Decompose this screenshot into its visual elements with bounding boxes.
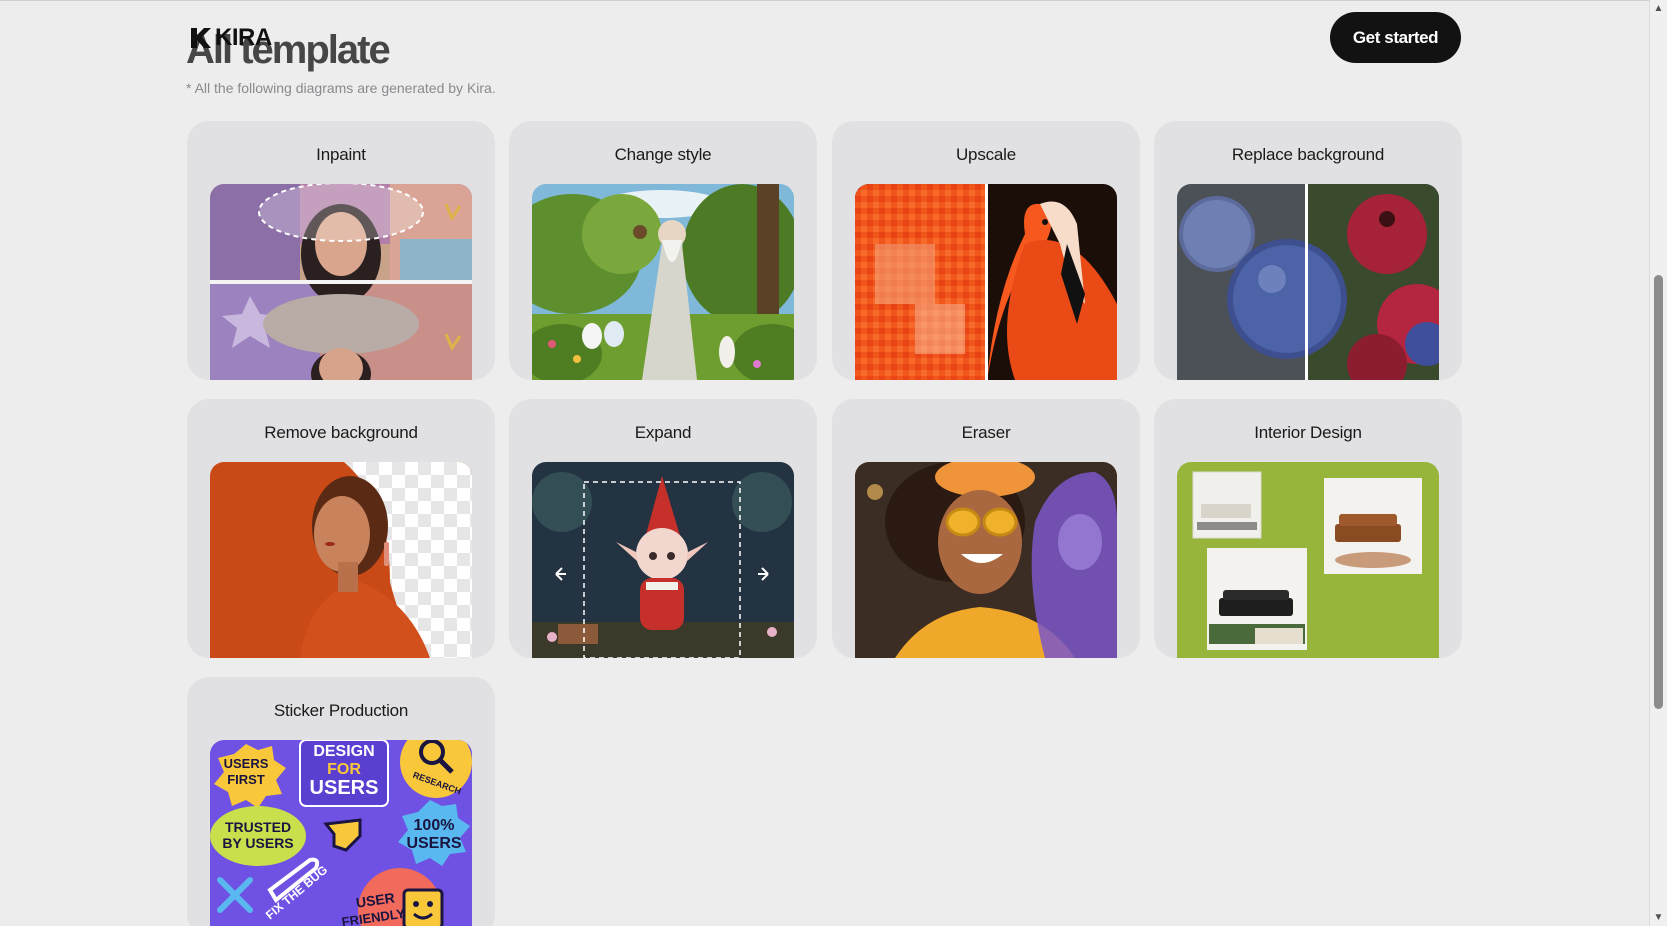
svg-text:TRUSTED: TRUSTED [225, 819, 291, 835]
inpaint-thumbnail [210, 184, 472, 380]
replace-background-thumbnail [1177, 184, 1439, 380]
change-style-image [532, 184, 794, 380]
template-card-eraser[interactable]: Eraser [832, 399, 1140, 658]
scroll-thumb[interactable] [1654, 275, 1663, 709]
svg-text:USERS: USERS [310, 777, 379, 799]
scroll-up-arrow-icon[interactable]: ▲ [1650, 0, 1667, 17]
template-card-interior-design[interactable]: Interior Design [1154, 399, 1462, 658]
kira-logo-icon [191, 28, 211, 48]
template-card-inpaint[interactable]: Inpaint [187, 121, 495, 380]
template-title: Eraser [961, 423, 1011, 442]
logo-text: KIRA [215, 24, 272, 51]
inpaint-image [210, 184, 472, 380]
top-border [0, 0, 1650, 1]
template-title: Change style [614, 145, 712, 164]
interior-design-image [1177, 462, 1439, 658]
kira-logo[interactable]: KIRA [189, 24, 272, 51]
replace-background-image [1177, 184, 1439, 380]
template-card-sticker-production[interactable]: Sticker Production USERS FIRST DESIGN FO… [187, 677, 495, 926]
scrollbar[interactable]: ▲ ▼ [1649, 0, 1667, 926]
svg-text:USERS: USERS [406, 835, 461, 852]
svg-text:100%: 100% [414, 817, 455, 834]
template-title: Expand [634, 423, 692, 442]
template-title: Replace background [1231, 145, 1385, 164]
scroll-down-arrow-icon[interactable]: ▼ [1650, 909, 1667, 926]
template-card-remove-background[interactable]: Remove background [187, 399, 495, 658]
remove-background-image [210, 462, 472, 658]
interior-design-thumbnail [1177, 462, 1439, 658]
svg-text:USERS: USERS [224, 756, 269, 771]
get-started-button[interactable]: Get started [1330, 12, 1461, 63]
eraser-image [855, 462, 1117, 658]
remove-background-thumbnail [210, 462, 472, 658]
expand-image [532, 462, 794, 658]
template-title: Inpaint [316, 145, 366, 164]
upscale-image [855, 184, 1117, 380]
svg-text:BY USERS: BY USERS [222, 835, 293, 851]
svg-text:FOR: FOR [327, 761, 361, 778]
page: KIRA All template * All the following di… [0, 0, 1667, 926]
eraser-thumbnail [855, 462, 1117, 658]
expand-thumbnail [532, 462, 794, 658]
template-card-change-style[interactable]: Change style [509, 121, 817, 380]
svg-text:FIRST: FIRST [227, 772, 265, 787]
svg-text:DESIGN: DESIGN [313, 743, 374, 760]
sticker-production-image: USERS FIRST DESIGN FOR USERS RESEARCH TR… [210, 740, 472, 926]
template-card-upscale[interactable]: Upscale [832, 121, 1140, 380]
template-title: Upscale [955, 145, 1017, 164]
template-card-expand[interactable]: Expand [509, 399, 817, 658]
sticker-production-thumbnail: USERS FIRST DESIGN FOR USERS RESEARCH TR… [210, 740, 472, 926]
template-title: Remove background [264, 423, 418, 442]
page-subtitle: * All the following diagrams are generat… [186, 80, 496, 96]
upscale-thumbnail [855, 184, 1117, 380]
template-title: Sticker Production [273, 701, 409, 720]
template-title: Interior Design [1254, 423, 1362, 442]
change-style-thumbnail [532, 184, 794, 380]
template-card-replace-background[interactable]: Replace background [1154, 121, 1462, 380]
